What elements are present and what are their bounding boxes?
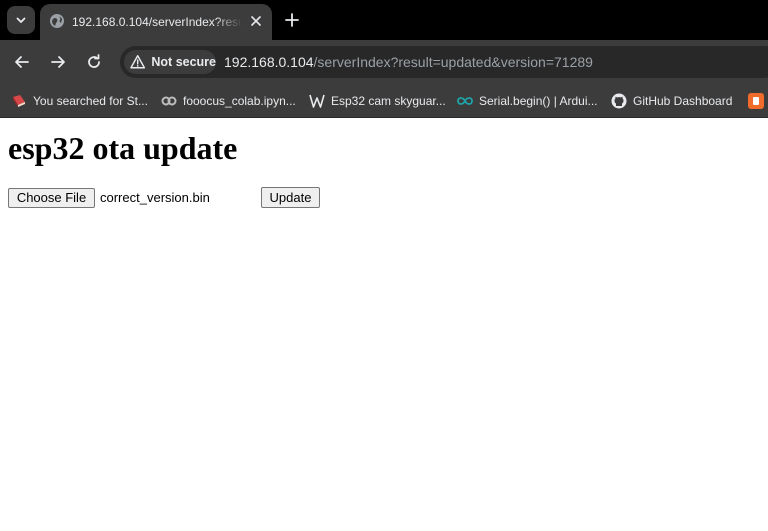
- arrow-left-icon: [15, 56, 29, 68]
- arrow-right-icon: [51, 56, 65, 68]
- browser-toolbar: Not secure 192.168.0.104/serverIndex?res…: [0, 40, 768, 84]
- update-button[interactable]: Update: [261, 187, 320, 208]
- forward-button[interactable]: [46, 50, 70, 74]
- bookmark-item[interactable]: You searched for St...: [11, 92, 148, 110]
- reload-button[interactable]: [82, 50, 106, 74]
- github-icon: [611, 93, 627, 109]
- url-host: 192.168.0.104: [224, 54, 314, 70]
- choose-file-button[interactable]: Choose File: [8, 188, 95, 208]
- url-text[interactable]: 192.168.0.104/serverIndex?result=updated…: [224, 53, 593, 71]
- bookmark-item-overflow[interactable]: [748, 92, 768, 110]
- bookmark-label: Esp32 cam skyguar...: [331, 94, 446, 108]
- close-icon: [251, 16, 261, 26]
- back-button[interactable]: [10, 50, 34, 74]
- new-tab-button[interactable]: [280, 8, 304, 32]
- bookmark-item[interactable]: Esp32 cam skyguar...: [309, 92, 446, 110]
- security-label: Not secure: [151, 55, 216, 69]
- page-content: esp32 ota update Choose File correct_ver…: [0, 119, 768, 531]
- wordpress-w-icon: [309, 93, 325, 109]
- address-bar[interactable]: Not secure 192.168.0.104/serverIndex?res…: [120, 46, 768, 78]
- arduino-icon: [457, 93, 473, 109]
- colab-icon: [161, 93, 177, 109]
- tab-title: 192.168.0.104/serverIndex?result=updated…: [72, 15, 242, 29]
- plus-icon: [285, 13, 299, 27]
- chevron-down-icon: [16, 17, 26, 23]
- bookmark-item[interactable]: GitHub Dashboard: [611, 92, 732, 110]
- tab-close-button[interactable]: [246, 11, 266, 31]
- browser-title-bar: 192.168.0.104/serverIndex?result=updated…: [0, 0, 768, 40]
- bookmark-app-icon: [748, 93, 764, 109]
- tab-search-button[interactable]: [7, 6, 35, 34]
- warning-triangle-icon: [130, 55, 146, 69]
- bookmark-item[interactable]: Serial.begin() | Ardui...: [457, 92, 598, 110]
- bookmark-label: Serial.begin() | Ardui...: [479, 94, 598, 108]
- active-tab[interactable]: 192.168.0.104/serverIndex?result=updated…: [40, 4, 272, 40]
- url-path: /serverIndex?result=updated&version=7128…: [313, 54, 593, 70]
- reload-icon: [88, 54, 100, 68]
- bookmark-label: GitHub Dashboard: [633, 94, 733, 108]
- selected-file-name: correct_version.bin: [100, 190, 210, 205]
- bookmark-label: You searched for St...: [33, 94, 148, 108]
- bookmark-item[interactable]: fooocus_colab.ipyn...: [161, 92, 296, 110]
- bookmarks-bar: You searched for St... fooocus_colab.ipy…: [0, 84, 768, 118]
- red-book-icon: [11, 93, 27, 109]
- globe-icon: [50, 14, 64, 28]
- page-title: esp32 ota update: [8, 130, 238, 166]
- security-indicator[interactable]: Not secure: [124, 50, 216, 74]
- bookmark-label: fooocus_colab.ipyn...: [183, 94, 296, 108]
